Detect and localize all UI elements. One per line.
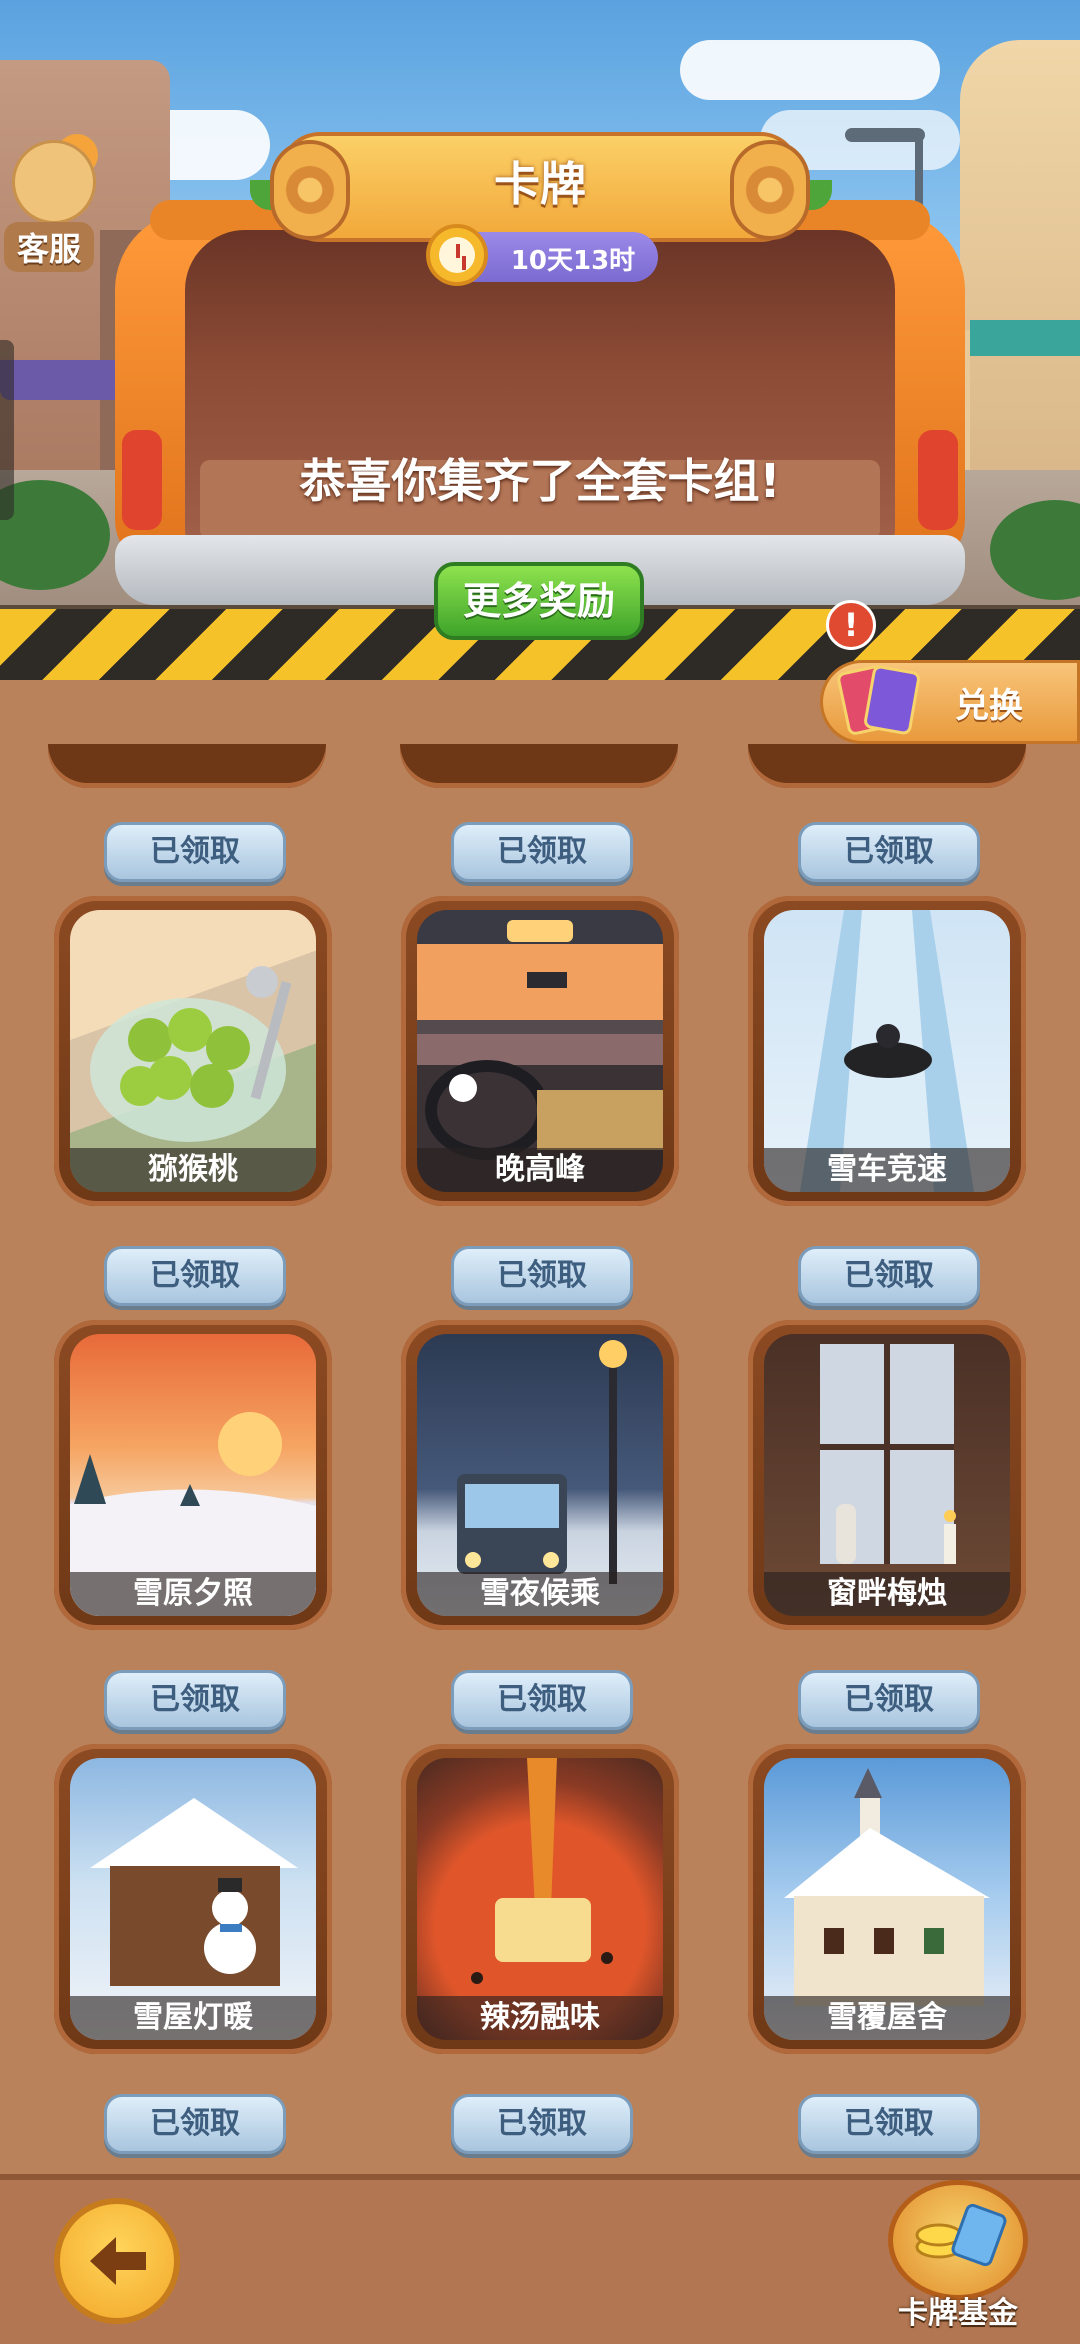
- claimed-button[interactable]: 已领取: [104, 1246, 286, 1306]
- exclamation-badge-icon: !: [826, 600, 876, 650]
- card-rush-hour[interactable]: 晚高峰: [401, 896, 679, 1206]
- card-title: 窗畔梅烛: [764, 1572, 1010, 1616]
- card-fund-button[interactable]: 卡牌基金: [878, 2180, 1038, 2331]
- card-cut-off: [748, 744, 1026, 788]
- countdown-text: 10天13时: [510, 246, 636, 276]
- card-spicy-soup[interactable]: 辣汤融味: [401, 1744, 679, 2054]
- back-button[interactable]: [54, 2198, 180, 2324]
- card-title: 雪屋灯暖: [70, 1996, 316, 2040]
- customer-service-button[interactable]: 客服: [4, 134, 98, 280]
- claimed-button[interactable]: 已领取: [104, 2094, 286, 2154]
- claimed-button[interactable]: 已领取: [451, 1246, 633, 1306]
- claimed-button[interactable]: 已领取: [451, 2094, 633, 2154]
- card-title: 雪车竞速: [764, 1148, 1010, 1192]
- card-grid[interactable]: 已领取 已领取 已领取 猕猴桃 晚高峰 雪车竞速 已领取 已领取 已领取 雪原夕…: [0, 744, 1080, 2174]
- card-window-plum-candle[interactable]: 窗畔梅烛: [748, 1320, 1026, 1630]
- card-title: 猕猴桃: [70, 1148, 316, 1192]
- card-title: 雪覆屋舍: [764, 1996, 1010, 2040]
- customer-service-label: 客服: [4, 222, 94, 272]
- claimed-button[interactable]: 已领取: [798, 2094, 980, 2154]
- claimed-button[interactable]: 已领取: [104, 1670, 286, 1730]
- card-snowfield-sunset[interactable]: 雪原夕照: [54, 1320, 332, 1630]
- coins-graphic: [915, 2203, 1007, 2267]
- claimed-button[interactable]: 已领取: [798, 822, 980, 882]
- claimed-button[interactable]: 已领取: [451, 822, 633, 882]
- card-snow-covered-house[interactable]: 雪覆屋舍: [748, 1744, 1026, 2054]
- support-agent-icon: [12, 140, 96, 224]
- awning-right: [970, 320, 1080, 356]
- claimed-button[interactable]: 已领取: [798, 1246, 980, 1306]
- claimed-button[interactable]: 已领取: [798, 1670, 980, 1730]
- claimed-button[interactable]: 已领取: [104, 822, 286, 882]
- card-snow-cabin-glow[interactable]: 雪屋灯暖: [54, 1744, 332, 2054]
- congrats-message: 恭喜你集齐了全套卡组!: [299, 454, 781, 508]
- street-lamp-head: [845, 128, 925, 142]
- card-cut-off: [400, 744, 678, 788]
- alarm-clock-icon: [426, 224, 488, 286]
- cards-icon: [835, 662, 922, 737]
- page-title: 卡牌: [494, 157, 586, 211]
- card-kiwi[interactable]: 猕猴桃: [54, 896, 332, 1206]
- coin-treasure-icon: [888, 2180, 1028, 2300]
- card-title: 辣汤融味: [417, 1996, 663, 2040]
- card-bobsled[interactable]: 雪车竞速: [748, 896, 1026, 1206]
- card-snowy-night-wait[interactable]: 雪夜候乘: [401, 1320, 679, 1630]
- side-drawer-handle[interactable]: [0, 340, 14, 520]
- cloud: [680, 40, 940, 100]
- building-right: [960, 40, 1080, 510]
- card-fund-label: 卡牌基金: [898, 2296, 1018, 2331]
- card-title: 晚高峰: [417, 1148, 663, 1192]
- exchange-label: 兑换: [955, 686, 1023, 726]
- arrow-left-icon: [90, 2237, 146, 2285]
- card-title: 雪夜候乘: [417, 1572, 663, 1616]
- more-rewards-button[interactable]: 更多奖励: [434, 562, 644, 640]
- card-cut-off: [48, 744, 326, 788]
- card-title: 雪原夕照: [70, 1572, 316, 1616]
- claimed-button[interactable]: 已领取: [451, 1670, 633, 1730]
